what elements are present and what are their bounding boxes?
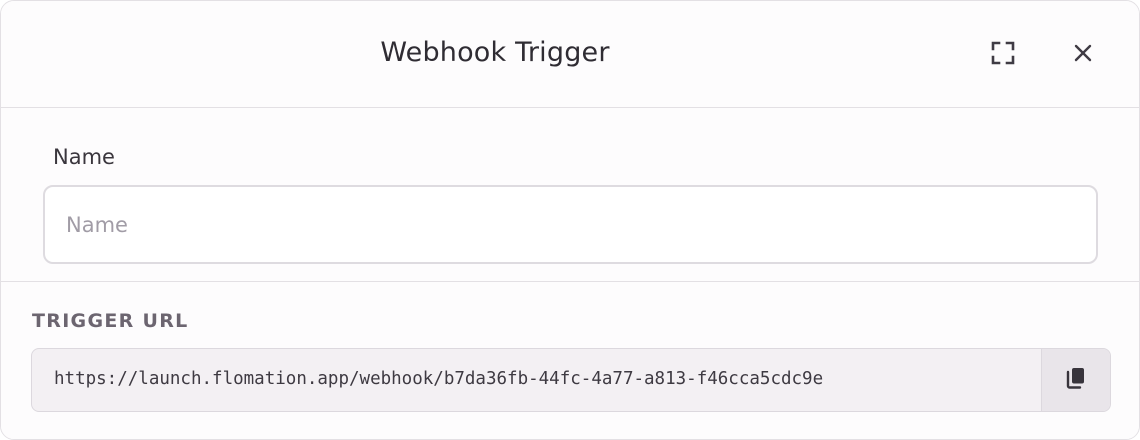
trigger-url-field: https://launch.flomation.app/webhook/b7d…: [31, 348, 1111, 412]
expand-icon: [990, 40, 1016, 70]
close-icon: [1073, 43, 1093, 67]
trigger-url-section: TRIGGER URL https://launch.flomation.app…: [1, 282, 1139, 439]
trigger-url-label: TRIGGER URL: [32, 310, 189, 332]
copy-url-button[interactable]: [1041, 349, 1110, 411]
expand-button[interactable]: [983, 35, 1023, 75]
webhook-trigger-dialog: Webhook Trigger Name Name TRIGGER URL ht…: [0, 0, 1140, 440]
dialog-title: Webhook Trigger: [380, 37, 610, 68]
dialog-header: Webhook Trigger: [1, 1, 1139, 108]
name-section: Name: [1, 108, 1139, 282]
copy-icon: [1065, 366, 1087, 394]
trigger-url-value: https://launch.flomation.app/webhook/b7d…: [54, 369, 824, 389]
name-label: Name: [53, 145, 115, 169]
close-button[interactable]: [1063, 35, 1103, 75]
name-input[interactable]: [43, 185, 1098, 264]
